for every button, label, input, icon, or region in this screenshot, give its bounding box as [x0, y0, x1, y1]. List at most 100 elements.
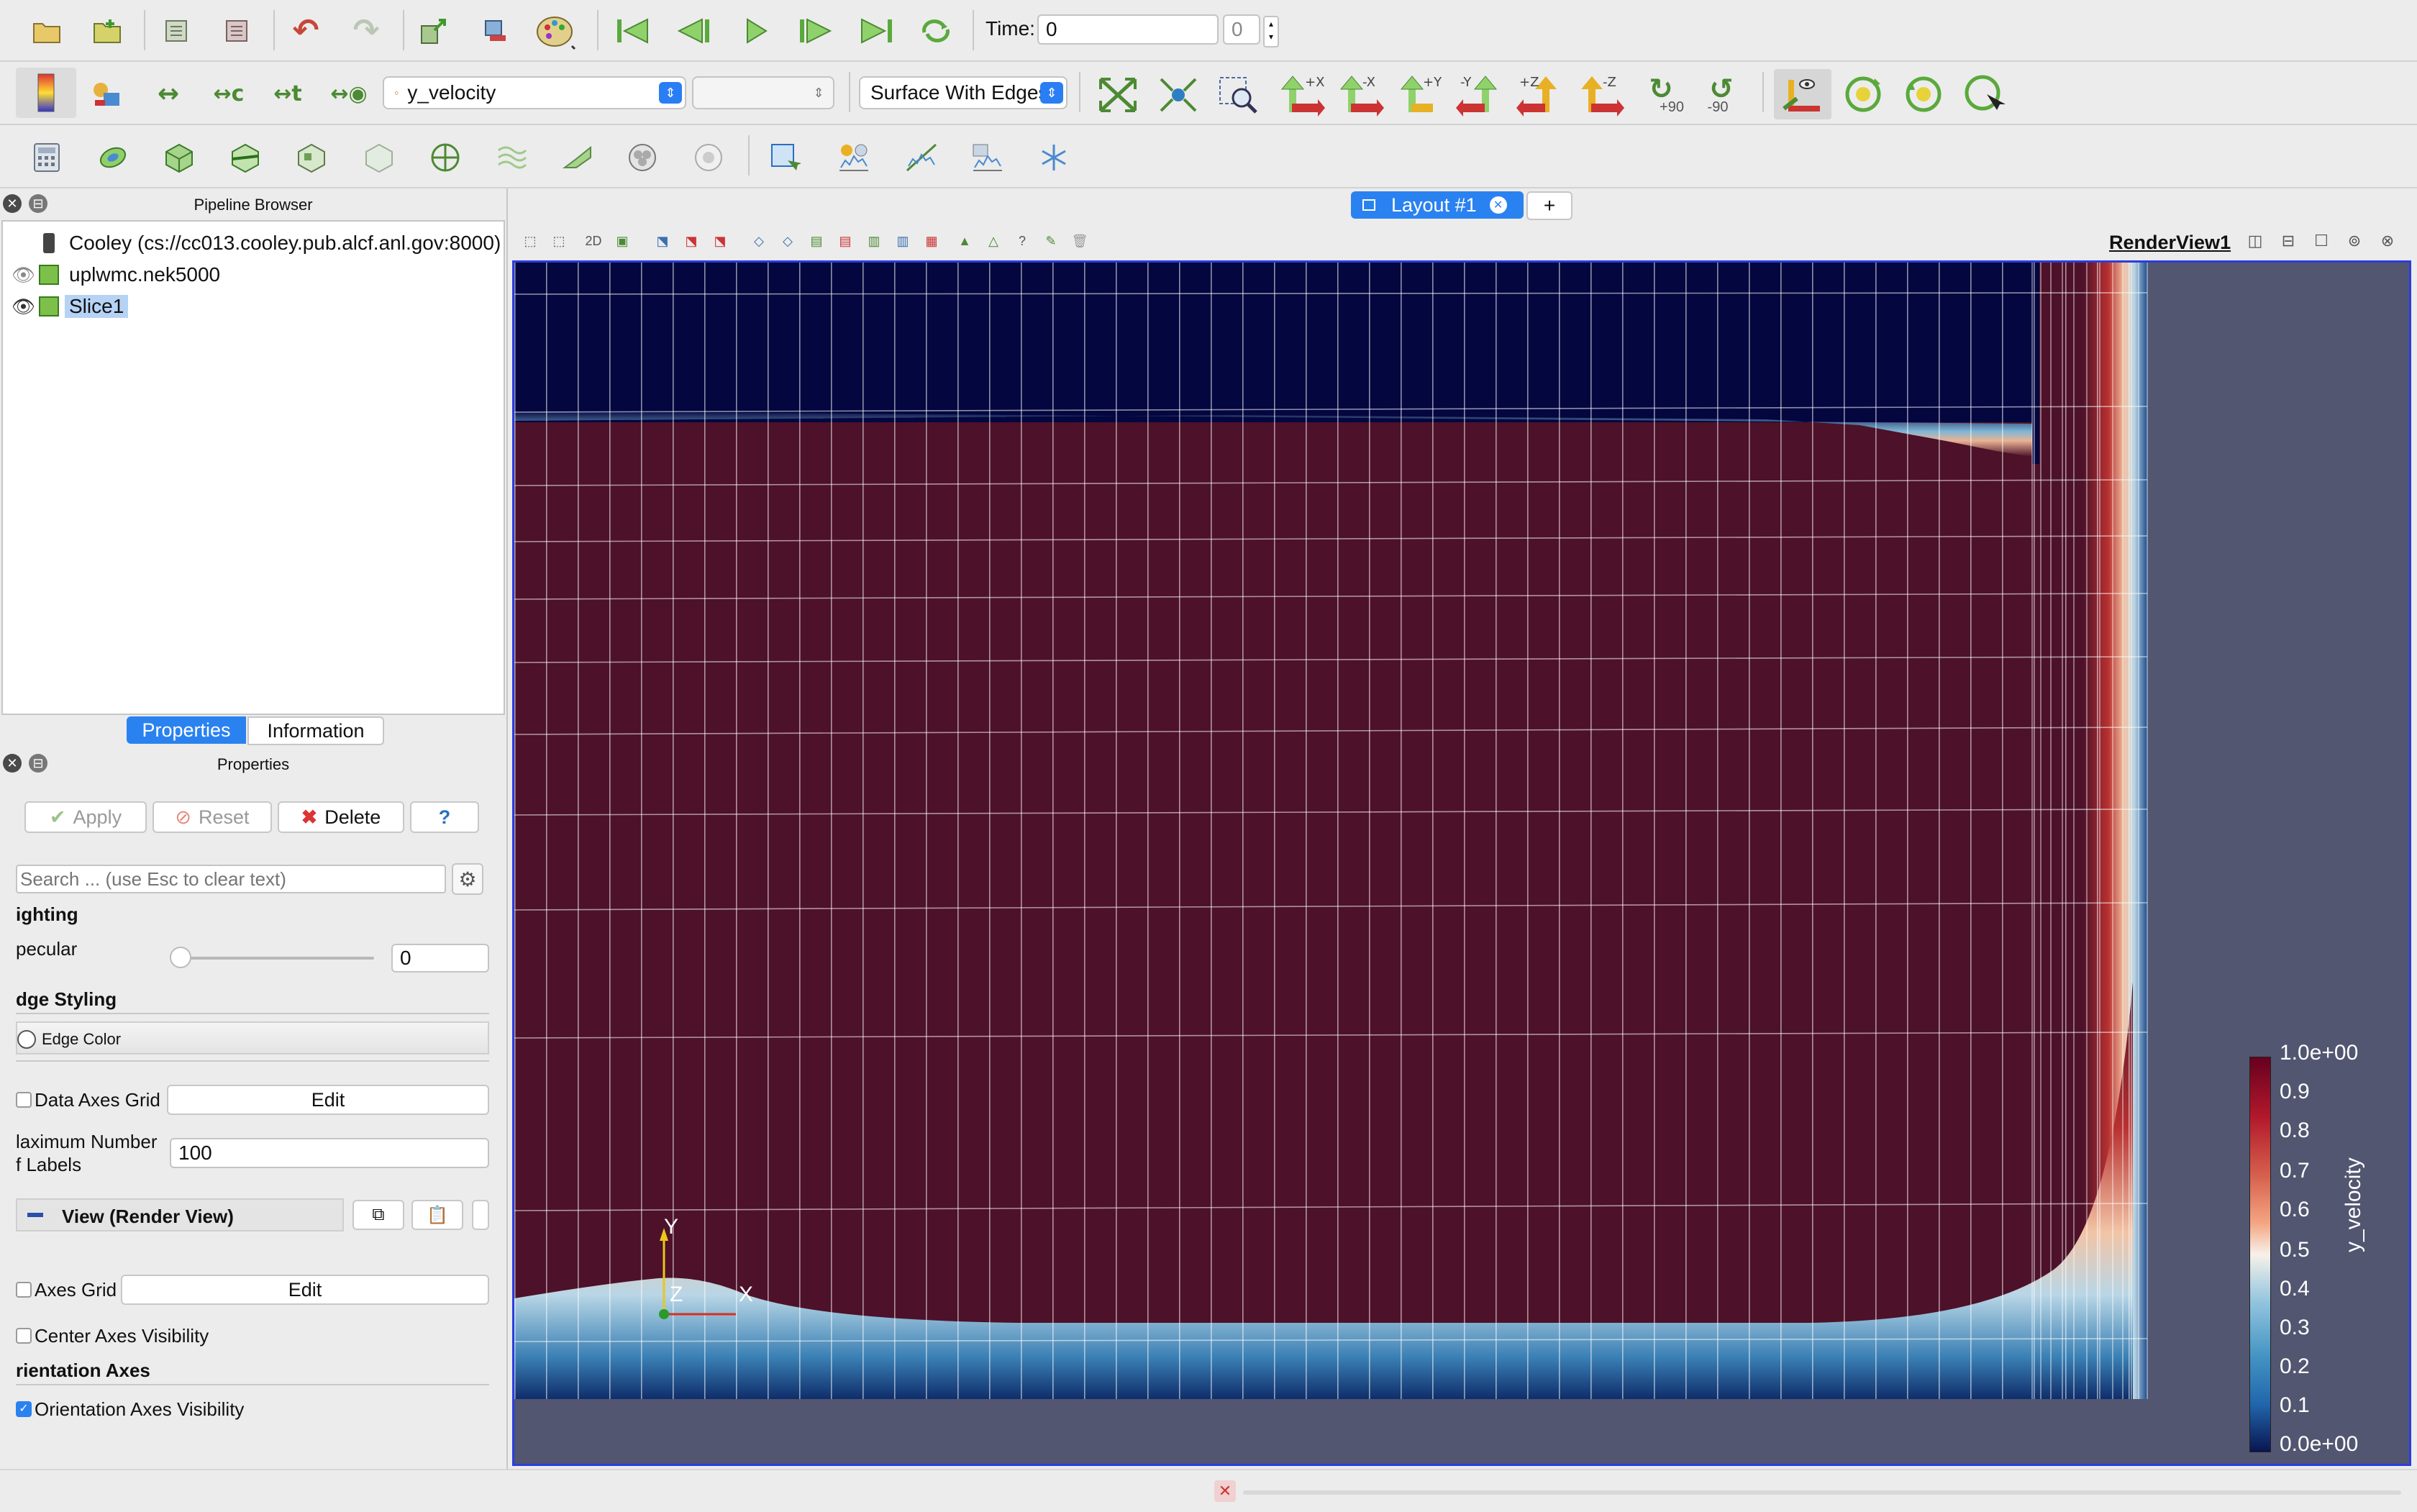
select-cells-through-icon[interactable]: ⬔	[708, 230, 732, 252]
split-view-horizontal-icon[interactable]: ◫	[2243, 230, 2267, 252]
plot-data-icon[interactable]	[968, 140, 1007, 176]
extract-subset-icon[interactable]	[360, 140, 399, 176]
edit-selection-icon[interactable]: ✎	[1039, 230, 1063, 252]
rescale-data-range-icon[interactable]: ↔	[148, 76, 188, 112]
pipeline-item-source[interactable]: 👁 uplwmc.nek5000	[3, 259, 504, 291]
group-datasets-icon[interactable]	[623, 140, 662, 176]
color-palette-icon[interactable]	[532, 10, 580, 52]
view-section-header[interactable]: View (Render View)	[16, 1198, 344, 1231]
more-properties-button[interactable]	[472, 1200, 489, 1230]
variable-select[interactable]: ◦ y_velocity ⇕	[383, 76, 686, 109]
camera-mode-2d-button[interactable]: 2D	[581, 230, 606, 252]
clear-selection-icon[interactable]: 🗑	[1068, 230, 1092, 252]
specular-slider-handle[interactable]	[170, 947, 191, 968]
pipeline-item-server[interactable]: Cooley (cs://cc013.cooley.pub.alcf.anl.g…	[3, 227, 504, 259]
component-select[interactable]: ⇕	[692, 76, 834, 109]
set-view-minus-x-icon[interactable]: -X	[1337, 72, 1384, 117]
select-polygon-points-icon[interactable]: ◇	[775, 230, 800, 252]
open-folder-icon[interactable]	[89, 13, 125, 49]
rescale-temporal-range-icon[interactable]: ↔t	[268, 76, 308, 112]
close-view-icon[interactable]: ⊗	[2375, 230, 2400, 252]
rescale-custom-range-icon[interactable]: ↔c	[209, 76, 249, 112]
rescale-visible-range-icon[interactable]: ↔◉	[327, 76, 371, 112]
probe-location-icon[interactable]	[834, 140, 873, 176]
axes-grid-edit-button[interactable]: Edit	[121, 1275, 489, 1305]
select-block-icon[interactable]: △	[981, 230, 1006, 252]
orientation-axes-visibility-checkbox[interactable]: ✓	[16, 1401, 32, 1417]
show-center-icon[interactable]	[1839, 72, 1888, 117]
loop-icon[interactable]	[916, 13, 955, 49]
pick-center-icon[interactable]	[1959, 72, 2008, 117]
tab-information[interactable]: Information	[247, 716, 384, 745]
load-state-icon[interactable]	[158, 13, 194, 49]
ice-feature-icon[interactable]	[1034, 140, 1073, 176]
render-view[interactable]: Y Z X 1.0e+00 0.9 0.8 0.7 0.6 0.5 0.4 0.…	[512, 260, 2411, 1466]
zoom-to-data-icon[interactable]	[1155, 75, 1201, 115]
status-close-icon[interactable]: ✕	[1214, 1480, 1236, 1502]
plot-over-line-icon[interactable]	[902, 140, 941, 176]
maximize-view-icon[interactable]: ☐	[2309, 230, 2334, 252]
split-view-vertical-icon[interactable]: ⊟	[2276, 230, 2300, 252]
rotate-minus90-icon[interactable]: ↺ -90	[1696, 70, 1747, 119]
axes-grid-checkbox[interactable]	[16, 1282, 32, 1298]
rotate-plus90-icon[interactable]: ↻ +90	[1636, 70, 1686, 119]
save-state-icon[interactable]	[219, 13, 255, 49]
glyph-icon[interactable]	[426, 140, 465, 176]
toggle-color-legend-icon[interactable]	[88, 76, 125, 112]
data-axes-grid-checkbox[interactable]	[16, 1092, 32, 1108]
extract-level-icon[interactable]	[689, 140, 728, 176]
properties-search-input[interactable]	[16, 865, 446, 893]
contour-icon[interactable]	[94, 140, 132, 176]
time-input[interactable]: 0	[1037, 14, 1219, 45]
eye-icon[interactable]: 👁	[12, 296, 35, 318]
zoom-to-box-icon[interactable]	[1216, 75, 1262, 115]
representation-select[interactable]: Surface With Edges ⇕	[859, 76, 1068, 109]
delete-button[interactable]: ✖ Delete	[278, 801, 404, 833]
set-view-plus-y-icon[interactable]: +Y	[1397, 72, 1444, 117]
interactive-select-cells-icon[interactable]: ▤	[804, 230, 829, 252]
clip-icon[interactable]	[160, 140, 199, 176]
view-settings-icon[interactable]: ⊚	[2342, 230, 2367, 252]
threshold-icon[interactable]	[292, 140, 331, 176]
connect-icon[interactable]	[416, 13, 452, 49]
apply-button[interactable]: ✔ Apply	[24, 801, 147, 833]
last-frame-icon[interactable]	[856, 13, 896, 49]
set-view-minus-z-icon[interactable]: -Z	[1577, 72, 1624, 117]
layout-tab-close-icon[interactable]: ✕	[1489, 196, 1507, 214]
edge-color-button[interactable]: Edge Color	[16, 1021, 489, 1055]
shrink-selection-icon[interactable]: ▲	[952, 230, 977, 252]
split-vertical-icon[interactable]: ⬚	[547, 230, 571, 252]
data-axes-grid-edit-button[interactable]: Edit	[167, 1085, 489, 1115]
query-icon[interactable]: ?	[1010, 230, 1034, 252]
play-icon[interactable]	[738, 13, 774, 49]
reset-button[interactable]: ⊘ Reset	[153, 801, 272, 833]
select-points-on-icon[interactable]: ⬔	[679, 230, 704, 252]
time-step-input[interactable]: 0	[1223, 14, 1260, 45]
warp-by-vector-icon[interactable]	[558, 140, 597, 176]
eye-icon[interactable]: 👁	[12, 264, 35, 286]
specular-slider-track[interactable]	[176, 957, 374, 960]
open-file-icon[interactable]	[29, 13, 65, 49]
select-cells-icon[interactable]	[765, 140, 804, 176]
hover-points-icon[interactable]: ▥	[891, 230, 915, 252]
select-cells-on-icon[interactable]: ⬔	[650, 230, 675, 252]
previous-frame-icon[interactable]	[675, 13, 715, 49]
undo-icon[interactable]: ↶	[288, 13, 324, 49]
next-frame-icon[interactable]	[794, 13, 834, 49]
set-view-plus-z-icon[interactable]: +Z	[1516, 72, 1564, 117]
select-polygon-cells-icon[interactable]: ◇	[747, 230, 771, 252]
reset-center-icon[interactable]	[1899, 72, 1948, 117]
tab-properties[interactable]: Properties	[127, 716, 246, 744]
calculator-icon[interactable]	[29, 140, 65, 176]
stream-tracer-icon[interactable]	[492, 140, 531, 176]
interactive-select-points-icon[interactable]: ▤	[833, 230, 857, 252]
redo-icon[interactable]: ↷	[348, 13, 384, 49]
slice-icon[interactable]	[226, 140, 265, 176]
paste-properties-button[interactable]: 📋	[411, 1200, 463, 1230]
hover-cells-icon[interactable]: ▥	[862, 230, 886, 252]
split-horizontal-icon[interactable]: ⬚	[518, 230, 542, 252]
first-frame-icon[interactable]	[613, 13, 653, 49]
grow-selection-icon[interactable]: ▦	[919, 230, 944, 252]
set-view-plus-x-icon[interactable]: +X	[1278, 72, 1325, 117]
copy-properties-button[interactable]: ⧉	[352, 1200, 404, 1230]
